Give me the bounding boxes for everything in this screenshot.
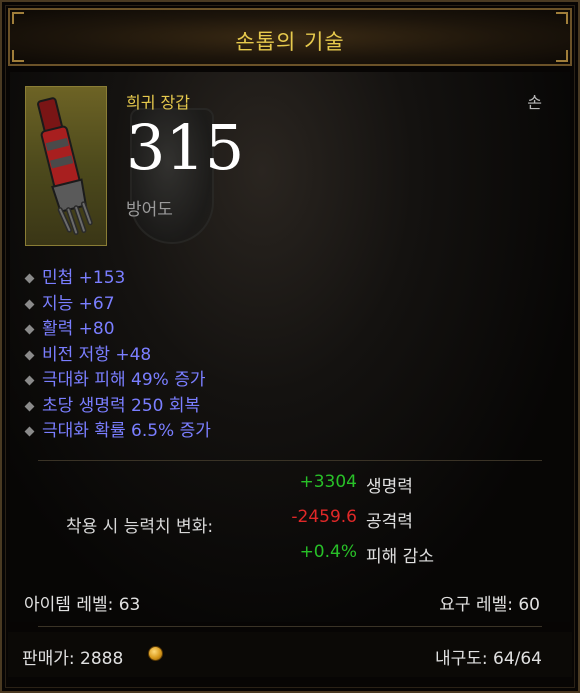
armor-label: 방어도 bbox=[126, 200, 173, 220]
item-icon-frame bbox=[25, 86, 107, 246]
stat-delta-name: 생명력 bbox=[366, 477, 413, 497]
diamond-bullet-icon bbox=[24, 350, 35, 360]
durability: 내구도: 64/64 bbox=[434, 649, 542, 669]
affix-line: 지능 +67 bbox=[24, 292, 211, 318]
stat-delta-value: +3304 bbox=[299, 472, 357, 492]
stat-delta-row: +0.4% 피해 감소 bbox=[242, 542, 542, 568]
stat-delta-value: -2459.6 bbox=[291, 507, 357, 527]
item-title-bar: 손톱의 기술 bbox=[8, 8, 572, 66]
stat-delta-name: 피해 감소 bbox=[366, 547, 434, 567]
item-tooltip: 손톱의 기술 희귀 장갑 손 315 방어도 민첩 +153 지능 +67 활력… bbox=[0, 0, 580, 693]
divider bbox=[38, 626, 542, 627]
item-name: 손톱의 기술 bbox=[235, 30, 345, 54]
corner-ornament bbox=[12, 12, 24, 24]
stat-delta-row: +3304 생명력 bbox=[242, 472, 542, 498]
affix-line: 활력 +80 bbox=[24, 317, 211, 343]
diamond-bullet-icon bbox=[24, 324, 35, 335]
affix-list: 민첩 +153 지능 +67 활력 +80 비전 저항 +48 극대화 피해 4… bbox=[24, 266, 211, 445]
item-slot: 손 bbox=[527, 93, 542, 112]
gold-coin-icon bbox=[148, 646, 163, 661]
diamond-bullet-icon bbox=[24, 401, 35, 411]
affix-line: 민첩 +153 bbox=[24, 266, 211, 292]
diamond-bullet-icon bbox=[24, 426, 35, 437]
affix-line: 극대화 피해 49% 증가 bbox=[24, 368, 211, 394]
affix-line: 비전 저항 +48 bbox=[24, 343, 211, 369]
stat-change-label: 착용 시 능력치 변화: bbox=[66, 517, 214, 537]
sell-value: 판매가: 2888 bbox=[22, 649, 124, 669]
armor-value: 315 bbox=[126, 111, 245, 184]
item-rarity-type: 희귀 장갑 bbox=[126, 93, 190, 112]
divider bbox=[38, 460, 542, 461]
stat-delta-row: -2459.6 공격력 bbox=[242, 507, 542, 533]
diamond-bullet-icon bbox=[24, 273, 35, 284]
tooltip-footer: 판매가: 2888 내구도: 64/64 bbox=[8, 632, 572, 677]
diamond-bullet-icon bbox=[24, 299, 35, 309]
diamond-bullet-icon bbox=[24, 375, 35, 386]
required-level: 요구 레벨: 60 bbox=[439, 595, 540, 615]
affix-line: 초당 생명력 250 회복 bbox=[24, 394, 211, 420]
glove-item-icon bbox=[37, 97, 93, 235]
corner-ornament bbox=[556, 12, 568, 24]
affix-line: 극대화 확률 6.5% 증가 bbox=[24, 419, 211, 445]
stat-delta-name: 공격력 bbox=[366, 512, 413, 532]
item-level: 아이템 레벨: 63 bbox=[24, 595, 141, 615]
stat-delta-value: +0.4% bbox=[299, 542, 357, 562]
